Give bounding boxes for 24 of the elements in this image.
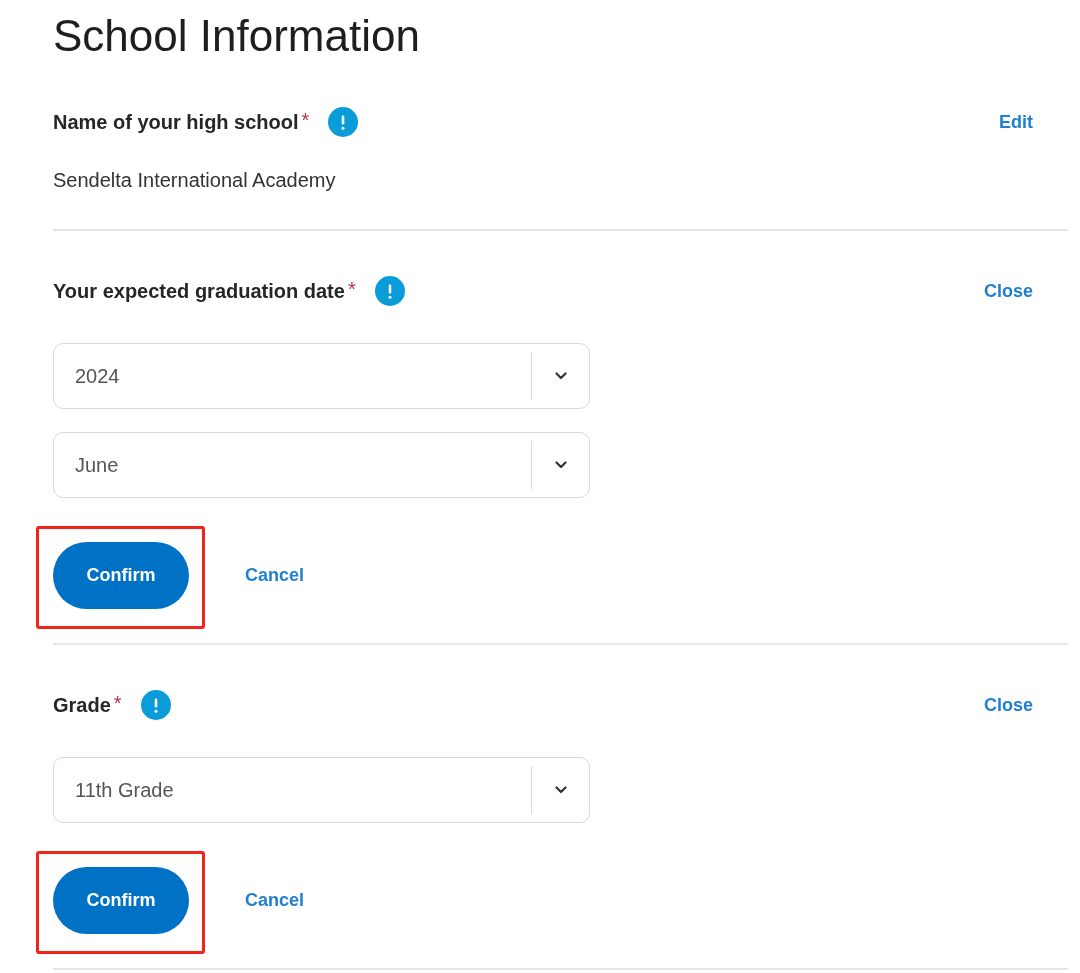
chevron-down-icon	[554, 786, 567, 794]
field-label: Your expected graduation date	[53, 279, 345, 304]
field-value: Sendelta International Academy	[53, 168, 337, 192]
toggle-link[interactable]: Close	[983, 277, 1033, 305]
chevron-down-icon	[554, 461, 567, 469]
required-mark: *	[113, 691, 122, 716]
confirm-button[interactable]: Confirm	[53, 542, 189, 609]
cancel-link[interactable]: Cancel	[245, 887, 305, 914]
page-title: School Information	[53, 12, 421, 60]
select-field[interactable]: 2024	[53, 343, 590, 409]
field-label: Name of your high school	[53, 110, 299, 135]
exclamation-icon[interactable]	[140, 690, 171, 720]
field-label: Grade	[53, 693, 111, 718]
toggle-link[interactable]: Edit	[999, 108, 1033, 136]
required-mark: *	[347, 277, 356, 302]
select-field[interactable]: 11th Grade	[53, 757, 590, 823]
confirm-button[interactable]: Confirm	[53, 867, 189, 934]
exclamation-icon[interactable]	[328, 107, 359, 137]
select-field[interactable]: June	[53, 432, 590, 498]
required-mark: *	[301, 108, 310, 133]
cancel-link[interactable]: Cancel	[245, 562, 305, 589]
exclamation-icon[interactable]	[374, 276, 405, 306]
chevron-down-icon	[554, 372, 567, 380]
toggle-link[interactable]: Close	[983, 691, 1033, 719]
